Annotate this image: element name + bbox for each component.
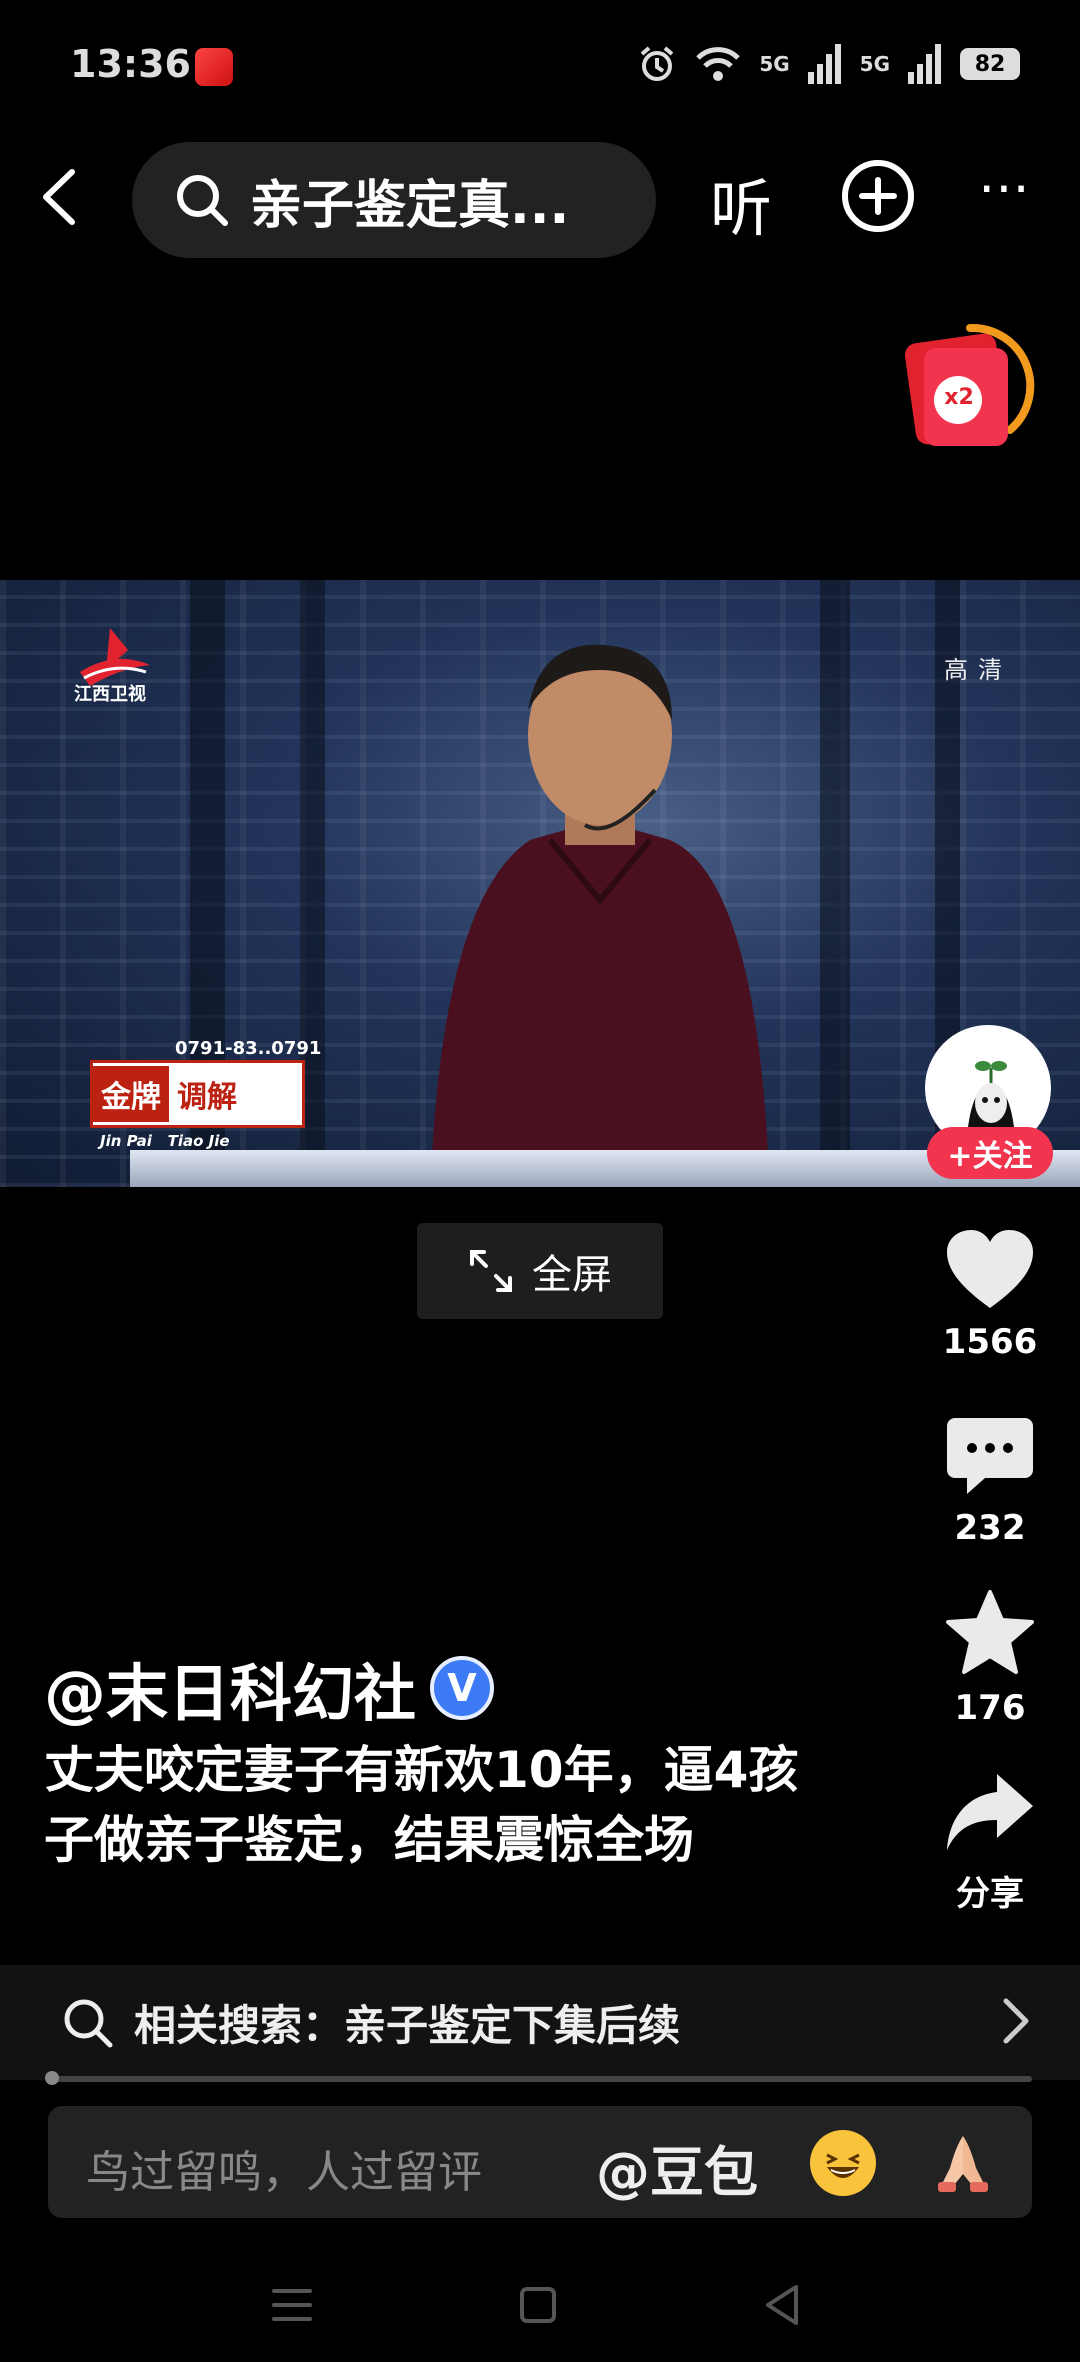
laughing-face-icon xyxy=(826,2153,860,2178)
menu-icon[interactable] xyxy=(262,2275,322,2335)
search-icon xyxy=(177,175,228,226)
post-description[interactable]: 丈夫咬定妻子有新欢10年，逼4孩子做亲子鉴定，结果震惊全场 xyxy=(44,1735,844,1875)
channel-name: 江西卫视 xyxy=(74,684,146,705)
app-notification-icon xyxy=(195,48,233,86)
fullscreen-button[interactable]: 全屏 xyxy=(417,1223,663,1319)
search-icon xyxy=(64,1999,113,2047)
show-name-b: 调解 xyxy=(177,1080,237,1115)
share-action[interactable]: 分享 xyxy=(930,1770,1050,1915)
share-icon[interactable] xyxy=(945,1770,1035,1856)
alarm-icon xyxy=(641,46,674,81)
emoji-icon[interactable] xyxy=(810,2130,876,2196)
video-player[interactable]: 江西卫视 高清 0791-83..0791 金牌 调解 Jin Pai Tiao… xyxy=(0,580,1080,1187)
status-bar: 13:36 5G 5G 82 xyxy=(0,0,1080,130)
show-logo: 金牌 调解 xyxy=(90,1060,305,1128)
listen-button[interactable]: 听 xyxy=(710,158,772,248)
author-name[interactable]: @末日科幻社 xyxy=(44,1643,416,1733)
system-nav-bar xyxy=(0,2250,1080,2362)
more-button[interactable]: ⋯ xyxy=(978,158,1034,218)
battery-indicator: 82 xyxy=(960,48,1020,80)
heart-icon[interactable] xyxy=(945,1228,1035,1312)
progress-knob[interactable] xyxy=(44,2071,59,2085)
fullscreen-label: 全屏 xyxy=(532,1252,612,1298)
signal-bars-icon xyxy=(908,44,941,84)
red-packet-multiplier: x2 xyxy=(944,385,974,410)
chevron-right-icon xyxy=(1003,1998,1029,2044)
home-icon[interactable] xyxy=(508,2275,568,2335)
comment-input[interactable]: 鸟过留鸣，人过留评 xyxy=(86,2136,482,2200)
star-icon[interactable] xyxy=(945,1588,1035,1678)
quality-label[interactable]: 高清 xyxy=(944,650,1012,685)
favorite-count: 176 xyxy=(954,1688,1026,1728)
signal-label-1: 5G xyxy=(759,52,790,76)
signal-bars-icon xyxy=(807,44,841,84)
related-search-label: 相关搜索：亲子鉴定下集后续 xyxy=(134,2001,681,2050)
show-pinyin: Jin Pai Tiao Jie xyxy=(100,1132,230,1150)
status-time: 13:36 xyxy=(70,42,191,86)
add-icon[interactable] xyxy=(840,158,916,234)
search-query: 亲子鉴定真... xyxy=(250,175,570,236)
video-progress-bar[interactable] xyxy=(44,2071,1032,2085)
mention-button[interactable]: @豆包 xyxy=(596,2128,758,2207)
author-row[interactable]: @末日科幻社 V xyxy=(44,1643,495,1733)
status-icons: 5G 5G 82 xyxy=(637,44,1020,84)
red-packet-widget[interactable]: x2 xyxy=(900,320,1035,455)
follow-button[interactable]: +关注 xyxy=(927,1127,1053,1179)
like-action[interactable]: 1566 xyxy=(930,1228,1050,1362)
expand-icon xyxy=(470,1250,512,1292)
show-name-a: 金牌 xyxy=(93,1066,169,1122)
comment-input-bar[interactable]: 鸟过留鸣，人过留评 @豆包 xyxy=(48,2106,1032,2218)
verified-badge-icon: V xyxy=(430,1656,495,1720)
signal-label-2: 5G xyxy=(859,52,890,76)
favorite-action[interactable]: 176 xyxy=(930,1588,1050,1728)
wifi-icon xyxy=(696,47,741,81)
back-nav-icon[interactable] xyxy=(752,2275,812,2335)
author-avatar-group[interactable]: +关注 xyxy=(925,1025,1055,1185)
comment-action[interactable]: 232 xyxy=(930,1414,1050,1548)
comment-icon[interactable] xyxy=(945,1414,1035,1498)
search-box[interactable]: 亲子鉴定真... xyxy=(132,142,656,258)
comment-count: 232 xyxy=(954,1508,1026,1548)
presenter-figure xyxy=(430,644,770,1187)
related-search-bar[interactable]: 相关搜索：亲子鉴定下集后续 xyxy=(0,1965,1080,2080)
praying-hands-icon[interactable] xyxy=(928,2126,998,2196)
share-label: 分享 xyxy=(956,1874,1024,1914)
back-icon[interactable] xyxy=(28,162,98,232)
hotline-number: 0791-83..0791 xyxy=(175,1038,322,1059)
top-nav: 亲子鉴定真... 听 ⋯ xyxy=(0,140,1080,260)
video-pillar xyxy=(820,580,850,1187)
like-count: 1566 xyxy=(942,1322,1038,1362)
